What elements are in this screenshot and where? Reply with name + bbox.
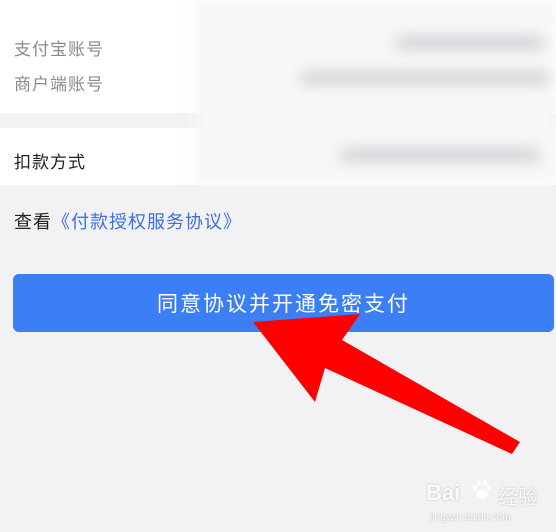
baidu-jingyan-watermark: Bai 经验 jingyan.baidu.com	[424, 474, 556, 532]
red-arrow-shape	[253, 314, 520, 454]
watermark-brand: Bai	[426, 480, 461, 505]
red-arrow-annotation-icon	[253, 314, 520, 454]
watermark-url: jingyan.baidu.com	[430, 512, 511, 523]
watermark-suffix: 经验	[498, 485, 538, 509]
baidu-paw-icon	[472, 480, 492, 499]
